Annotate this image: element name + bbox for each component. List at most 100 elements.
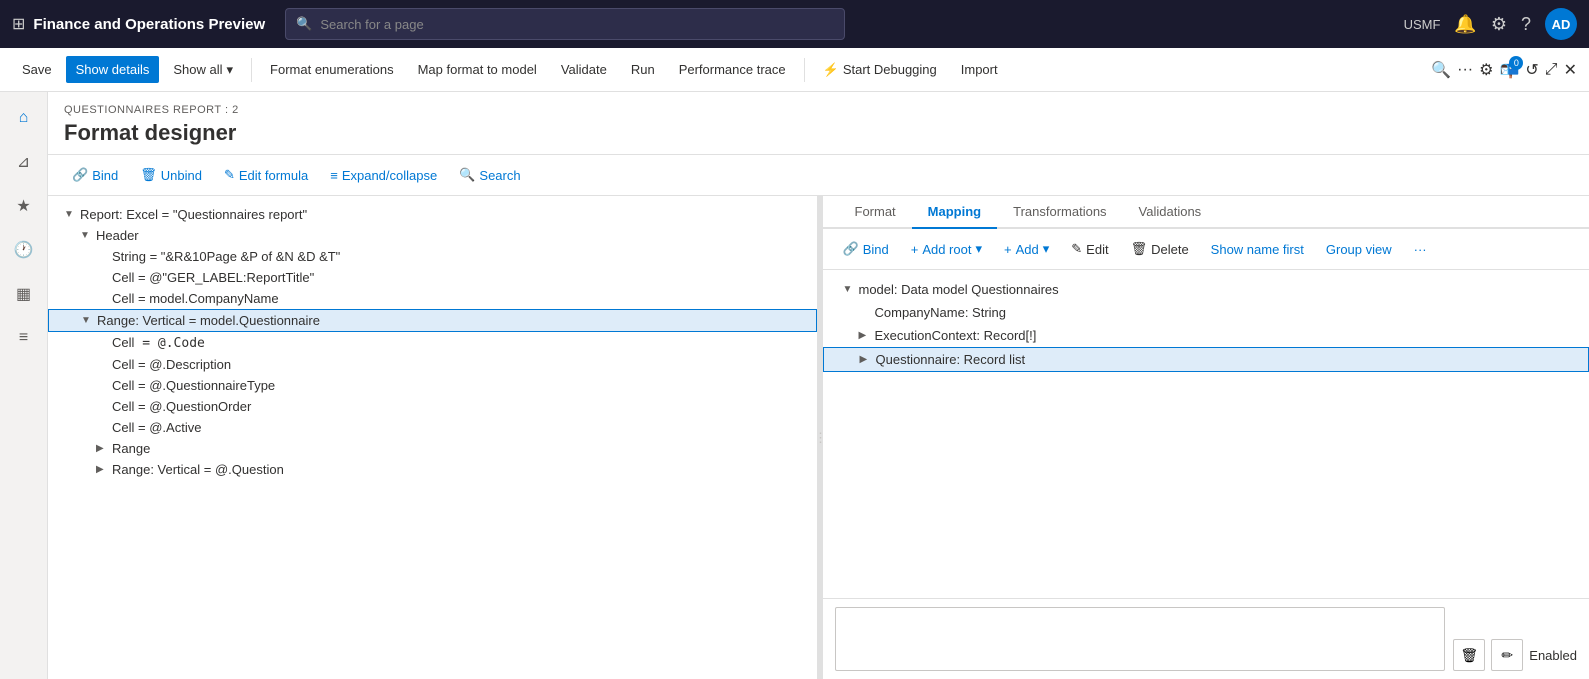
add-chevron: ▾ — [1043, 241, 1050, 257]
format-tree-item[interactable]: ▶ Range — [48, 438, 817, 459]
format-tree-item[interactable]: Cell = @"GER_LABEL:ReportTitle" — [48, 267, 817, 288]
group-view-button[interactable]: Group view — [1318, 238, 1400, 261]
map-tree-label: model: Data model Questionnaires — [859, 282, 1059, 297]
bottom-panel: 🗑 ✏ Enabled — [823, 598, 1589, 679]
tree-item-label: Cell = @.QuestionOrder — [112, 399, 251, 414]
add-root-button[interactable]: + Add root ▾ — [903, 237, 990, 261]
mapping-tree-item[interactable]: ▼ model: Data model Questionnaires — [823, 278, 1589, 301]
panel-tabs: Format Mapping Transformations Validatio… — [823, 196, 1589, 229]
tab-transformations[interactable]: Transformations — [997, 196, 1122, 229]
tree-item-label: Report: Excel = "Questionnaires report" — [80, 207, 307, 222]
more-mapping-button[interactable]: ··· — [1406, 238, 1435, 261]
format-tree-item[interactable]: Cell = @.Code — [48, 332, 817, 354]
format-tree-item[interactable]: String = "&R&10Page &P of &N &D &T" — [48, 246, 817, 267]
format-toolbar: 🔗 Bind 🗑 Unbind ✎ Edit formula ≡ Expand/… — [48, 155, 1589, 196]
map-format-to-model-button[interactable]: Map format to model — [408, 56, 547, 83]
tree-item-label: Cell = @.Code — [112, 335, 205, 351]
maximize-icon[interactable]: ⤢ — [1545, 61, 1558, 79]
link-icon-map: 🔗 — [843, 241, 859, 257]
save-button[interactable]: Save — [12, 56, 62, 83]
expand-collapse-button[interactable]: ≡ Expand/collapse — [322, 164, 445, 187]
sidebar-favorites-icon[interactable]: ★ — [6, 188, 42, 224]
user-avatar[interactable]: AD — [1545, 8, 1577, 40]
notifications-icon[interactable]: 📬 0 — [1499, 60, 1519, 80]
tree-item-label: Cell = @.Description — [112, 357, 231, 372]
tree-item-label: Range: Vertical = model.Questionnaire — [97, 313, 320, 328]
refresh-icon[interactable]: ↺ — [1525, 60, 1538, 80]
add-root-chevron: ▾ — [975, 241, 982, 257]
search-input[interactable] — [320, 17, 834, 32]
run-button[interactable]: Run — [621, 56, 665, 83]
sidebar-filter-icon[interactable]: ⊿ — [6, 144, 42, 180]
content-area: QUESTIONNAIRES REPORT : 2 Format designe… — [48, 92, 1589, 679]
tab-validations[interactable]: Validations — [1123, 196, 1218, 229]
close-icon[interactable]: ✕ — [1564, 60, 1577, 80]
app-title: Finance and Operations Preview — [33, 16, 265, 33]
tree-chevron: ▼ — [64, 209, 80, 220]
edit-formula-button[interactable]: ✎ Edit formula — [216, 163, 316, 187]
show-all-button[interactable]: Show all ▾ — [163, 56, 243, 84]
format-panel: ▼ Report: Excel = "Questionnaires report… — [48, 196, 819, 679]
show-name-first-button[interactable]: Show name first — [1203, 238, 1312, 261]
sidebar-menu-icon[interactable]: ≡ — [6, 320, 42, 356]
formula-textarea[interactable] — [835, 607, 1446, 671]
action-bar-right: 🔍 ··· ⚙ 📬 0 ↺ ⤢ ✕ — [1431, 60, 1577, 80]
format-tree-item[interactable]: Cell = @.Active — [48, 417, 817, 438]
help-icon[interactable]: ? — [1521, 14, 1531, 35]
format-tree-item[interactable]: Cell = model.CompanyName — [48, 288, 817, 309]
format-tree-item[interactable]: ▼ Report: Excel = "Questionnaires report… — [48, 204, 817, 225]
settings-icon[interactable]: ⚙ — [1479, 60, 1493, 80]
delete-icon-map: 🗑 — [1131, 241, 1148, 257]
validate-button[interactable]: Validate — [551, 56, 617, 83]
tab-format[interactable]: Format — [839, 196, 912, 229]
more-actions-icon[interactable]: ··· — [1457, 61, 1473, 79]
delete-mapping-button[interactable]: 🗑 Delete — [1123, 237, 1197, 261]
format-tree-item[interactable]: Cell = @.Description — [48, 354, 817, 375]
sidebar-recent-icon[interactable]: 🕐 — [6, 232, 42, 268]
chevron-down-icon: ▾ — [227, 62, 234, 78]
delete-formula-button[interactable]: 🗑 — [1453, 639, 1485, 671]
sidebar-icon-home[interactable]: ⌂ — [6, 100, 42, 136]
format-tree-item[interactable]: Cell = @.QuestionnaireType — [48, 375, 817, 396]
format-tree-item[interactable]: ▼ Header — [48, 225, 817, 246]
mapping-bind-button[interactable]: 🔗 Bind — [835, 237, 897, 261]
add-button[interactable]: + Add ▾ — [996, 237, 1057, 261]
edit-mapping-button[interactable]: ✎ Edit — [1063, 237, 1116, 261]
action-bar: Save Show details Show all ▾ Format enum… — [0, 48, 1589, 92]
import-button[interactable]: Import — [951, 56, 1008, 83]
unbind-button[interactable]: 🗑 Unbind — [132, 163, 210, 187]
separator-1 — [251, 58, 252, 82]
expand-icon: ≡ — [330, 168, 338, 183]
main-layout: ⌂ ⊿ ★ 🕐 ▦ ≡ QUESTIONNAIRES REPORT : 2 Fo… — [0, 92, 1589, 679]
mapping-tree-item[interactable]: ▶ Questionnaire: Record list — [823, 347, 1589, 372]
gear-icon[interactable]: ⚙ — [1491, 14, 1507, 35]
bottom-actions: 🗑 ✏ Enabled — [1453, 639, 1577, 671]
format-tree-item[interactable]: Cell = @.QuestionOrder — [48, 396, 817, 417]
search-toolbar-icon[interactable]: 🔍 — [1431, 60, 1451, 80]
map-tree-chevron: ▶ — [860, 354, 876, 365]
map-tree-label: ExecutionContext: Record[!] — [875, 328, 1037, 343]
bell-icon[interactable]: 🔔 — [1454, 14, 1476, 35]
map-tree-label: CompanyName: String — [875, 305, 1007, 320]
mapping-tree-item[interactable]: CompanyName: String — [823, 301, 1589, 324]
map-tree-chevron: ▼ — [843, 284, 859, 295]
edit-formula-btn[interactable]: ✏ — [1491, 639, 1523, 671]
start-debugging-button[interactable]: ⚡ Start Debugging — [813, 56, 947, 84]
nav-right: USMF 🔔 ⚙ ? AD — [1404, 8, 1577, 40]
search-format-button[interactable]: 🔍 Search — [451, 163, 528, 187]
sidebar-workspace-icon[interactable]: ▦ — [6, 276, 42, 312]
bind-button[interactable]: 🔗 Bind — [64, 163, 126, 187]
tree-item-label: Header — [96, 228, 139, 243]
format-tree-item[interactable]: ▼ Range: Vertical = model.Questionnaire — [48, 309, 817, 332]
mapping-tree-item[interactable]: ▶ ExecutionContext: Record[!] — [823, 324, 1589, 347]
show-details-button[interactable]: Show details — [66, 56, 160, 83]
grid-icon[interactable]: ⊞ — [12, 14, 25, 34]
tree-chevron: ▼ — [80, 230, 96, 241]
tab-mapping[interactable]: Mapping — [912, 196, 997, 229]
add-root-icon: + — [911, 242, 919, 257]
format-tree-item[interactable]: ▶ Range: Vertical = @.Question — [48, 459, 817, 480]
page-header: QUESTIONNAIRES REPORT : 2 Format designe… — [48, 92, 1589, 155]
format-enumerations-button[interactable]: Format enumerations — [260, 56, 404, 83]
separator-2 — [804, 58, 805, 82]
performance-trace-button[interactable]: Performance trace — [669, 56, 796, 83]
